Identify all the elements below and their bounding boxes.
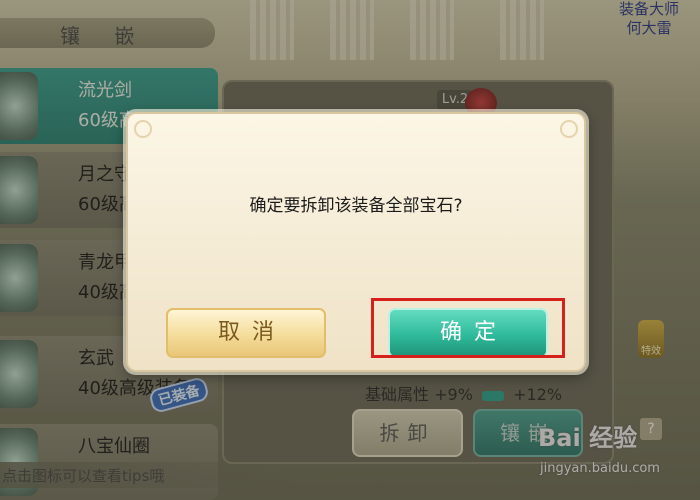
cancel-button[interactable]: 取消 <box>166 308 326 358</box>
confirm-button[interactable]: 确定 <box>388 308 548 358</box>
confirm-dialog: 确定要拆卸该装备全部宝石? 取消 确定 <box>126 112 586 372</box>
dialog-message: 确定要拆卸该装备全部宝石? <box>249 196 463 216</box>
